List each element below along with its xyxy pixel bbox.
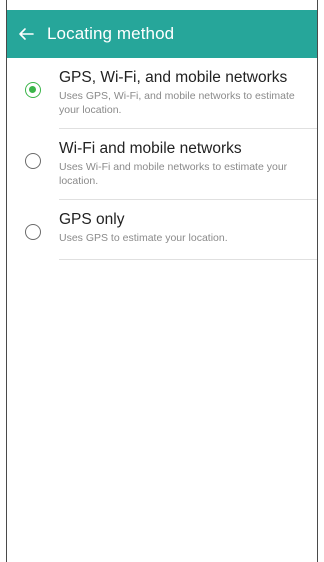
option-wifi-mobile[interactable]: Wi-Fi and mobile networks Uses Wi-Fi and… [7, 129, 317, 200]
locating-method-list: GPS, Wi-Fi, and mobile networks Uses GPS… [7, 58, 317, 260]
radio-button-checked[interactable] [25, 82, 41, 98]
arrow-left-icon [19, 28, 34, 40]
option-title: GPS, Wi-Fi, and mobile networks [59, 69, 288, 86]
option-description: Uses GPS to estimate your location. [59, 232, 228, 244]
page-title: Locating method [47, 24, 175, 43]
radio-wrap [7, 139, 59, 169]
radio-button[interactable] [25, 224, 41, 240]
option-texts: GPS only Uses GPS to estimate your locat… [59, 210, 317, 246]
option-texts: GPS, Wi-Fi, and mobile networks Uses GPS… [59, 68, 317, 117]
option-gps-only[interactable]: GPS only Uses GPS to estimate your locat… [7, 200, 317, 260]
option-description: Uses GPS, Wi-Fi, and mobile networks to … [59, 90, 295, 116]
radio-button[interactable] [25, 153, 41, 169]
option-title: Wi-Fi and mobile networks [59, 140, 242, 157]
screen: Locating method GPS, Wi-Fi, and mobile n… [0, 0, 324, 562]
option-texts: Wi-Fi and mobile networks Uses Wi-Fi and… [59, 139, 317, 188]
frame-border-right [317, 0, 318, 562]
radio-wrap [7, 68, 59, 98]
option-title: GPS only [59, 211, 125, 228]
option-gps-wifi-mobile[interactable]: GPS, Wi-Fi, and mobile networks Uses GPS… [7, 58, 317, 129]
back-button[interactable] [9, 10, 43, 58]
option-description: Uses Wi-Fi and mobile networks to estima… [59, 161, 288, 187]
radio-wrap [7, 210, 59, 240]
app-bar: Locating method [7, 10, 317, 58]
divider [59, 259, 317, 260]
